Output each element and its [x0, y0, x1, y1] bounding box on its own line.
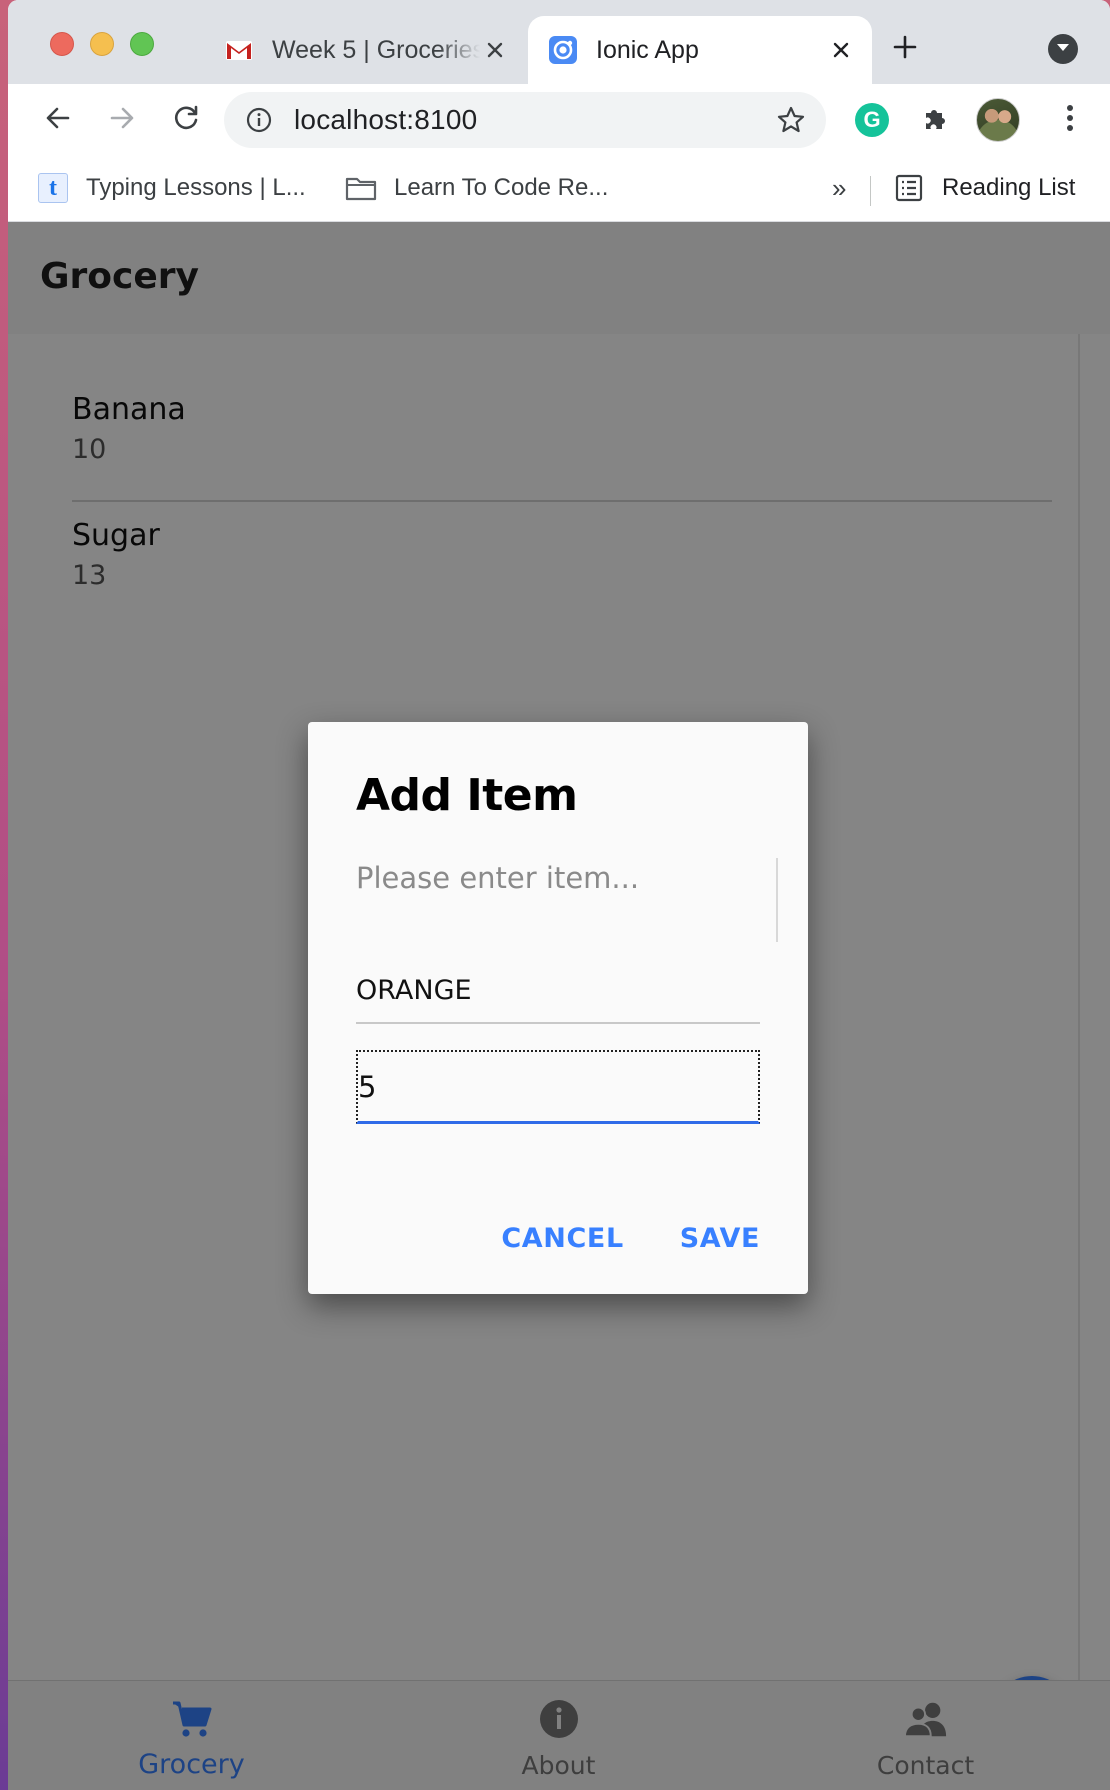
reading-list-button[interactable]: Reading List [892, 170, 1075, 206]
bookmark-label: Typing Lessons | L... [86, 174, 306, 201]
tab-search-button[interactable] [1048, 34, 1078, 64]
bookmark-typing-lessons[interactable]: t Typing Lessons | L... [36, 170, 306, 206]
grammarly-extension-button[interactable]: G [850, 98, 894, 142]
cancel-button[interactable]: CANCEL [501, 1223, 623, 1254]
profile-button[interactable] [976, 98, 1020, 142]
ionic-icon [548, 35, 578, 65]
arrow-left-icon [44, 104, 72, 137]
browser-toolbar: localhost:8100 G [8, 84, 1110, 156]
add-item-dialog: Add Item CANCEL SAVE [308, 722, 808, 1294]
browser-tab-groceries[interactable]: Week 5 | Groceries [204, 16, 526, 84]
item-value-input[interactable] [356, 968, 760, 1012]
grammarly-icon: G [855, 103, 889, 137]
minimize-window-button[interactable] [90, 32, 114, 56]
item-value-field [356, 968, 760, 1024]
plus-icon [892, 34, 918, 65]
browser-menu-button[interactable] [1048, 98, 1092, 142]
tab-strip: Week 5 | Groceries Ionic App [8, 0, 1110, 84]
bookmark-label: Learn To Code Re... [394, 174, 609, 201]
tab-title: Week 5 | Groceries [272, 35, 480, 64]
reload-icon [172, 104, 200, 137]
tab-title: Ionic App [596, 35, 699, 64]
puzzle-icon [921, 103, 951, 138]
info-icon[interactable] [244, 105, 274, 135]
extensions-button[interactable] [914, 98, 958, 142]
avatar [976, 98, 1020, 142]
bookmarks-bar: t Typing Lessons | L... Learn To Code Re… [8, 156, 1110, 222]
quantity-input[interactable] [358, 1052, 758, 1121]
url-text: localhost:8100 [294, 104, 478, 135]
back-button[interactable] [40, 102, 76, 138]
t-icon: t [36, 171, 70, 205]
close-icon[interactable] [480, 35, 510, 65]
bookmarks-divider [870, 176, 871, 206]
quantity-field [356, 1050, 760, 1124]
reading-list-label: Reading List [942, 174, 1076, 201]
star-icon[interactable] [774, 103, 808, 137]
more-vertical-icon [1066, 103, 1074, 138]
arrow-right-icon [108, 104, 136, 137]
address-bar[interactable]: localhost:8100 [224, 92, 826, 148]
save-button[interactable]: SAVE [680, 1223, 760, 1254]
close-icon[interactable] [826, 35, 856, 65]
reading-list-icon [892, 171, 926, 205]
forward-button[interactable] [104, 102, 140, 138]
field-divider [776, 858, 778, 942]
browser-window: Week 5 | Groceries Ionic App localhost:8… [8, 0, 1110, 1790]
dialog-actions: CANCEL SAVE [501, 1223, 760, 1254]
new-tab-button[interactable] [888, 32, 922, 66]
gmail-icon [224, 35, 254, 65]
app-viewport: Grocery Banana 10 Sugar 13 Grocery About… [8, 222, 1110, 1790]
dialog-title: Add Item [356, 770, 578, 821]
bookmark-learn-to-code[interactable]: Learn To Code Re... [344, 170, 608, 206]
more-bookmarks-button[interactable]: » [832, 170, 846, 206]
folder-icon [344, 171, 378, 205]
item-name-field [356, 858, 778, 944]
zoom-window-button[interactable] [130, 32, 154, 56]
chevron-down-icon [1056, 40, 1070, 58]
reload-button[interactable] [168, 102, 204, 138]
close-window-button[interactable] [50, 32, 74, 56]
browser-tab-ionic-app[interactable]: Ionic App [528, 16, 872, 84]
item-name-input[interactable] [356, 858, 778, 898]
